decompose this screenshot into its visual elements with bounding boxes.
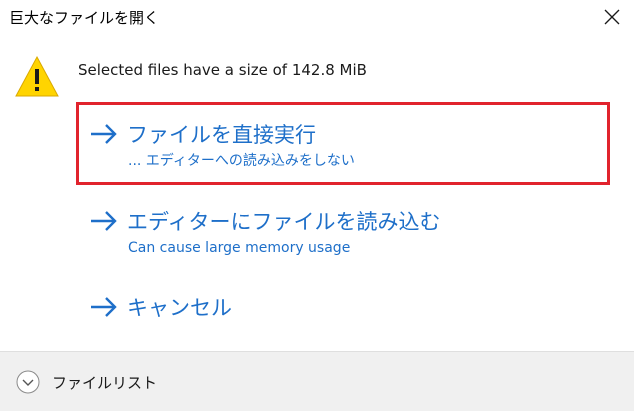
file-list-label: ファイルリスト [52,373,158,392]
load-into-editor-button[interactable]: エディターにファイルを読み込む Can cause large memory u… [80,208,610,262]
cancel-button[interactable]: キャンセル [80,294,610,324]
arrow-right-icon [91,124,117,144]
close-button[interactable] [592,0,632,34]
footer-bar: ファイルリスト [0,351,634,411]
command-sublabel: ... エディターへの読み込みをしない [128,153,355,169]
message-text: Selected files have a size of 142.8 MiB [78,61,367,79]
window-title: 巨大なファイルを開く [9,9,160,27]
arrow-right-icon [91,297,117,317]
warning-icon [15,55,59,97]
chevron-down-circle-icon [16,370,40,394]
file-list-expander[interactable]: ファイルリスト [16,368,157,396]
command-label: ファイルを直接実行 [127,123,316,147]
close-icon [604,9,620,25]
dialog-window: 巨大なファイルを開く Selected files have a size of… [0,0,634,411]
run-file-directly-button[interactable]: ファイルを直接実行 ... エディターへの読み込みをしない [80,121,610,175]
command-label: キャンセル [127,296,232,320]
arrow-right-icon [91,211,117,231]
command-label: エディターにファイルを読み込む [127,210,441,234]
command-sublabel: Can cause large memory usage [128,240,351,256]
title-bar: 巨大なファイルを開く [0,0,634,34]
